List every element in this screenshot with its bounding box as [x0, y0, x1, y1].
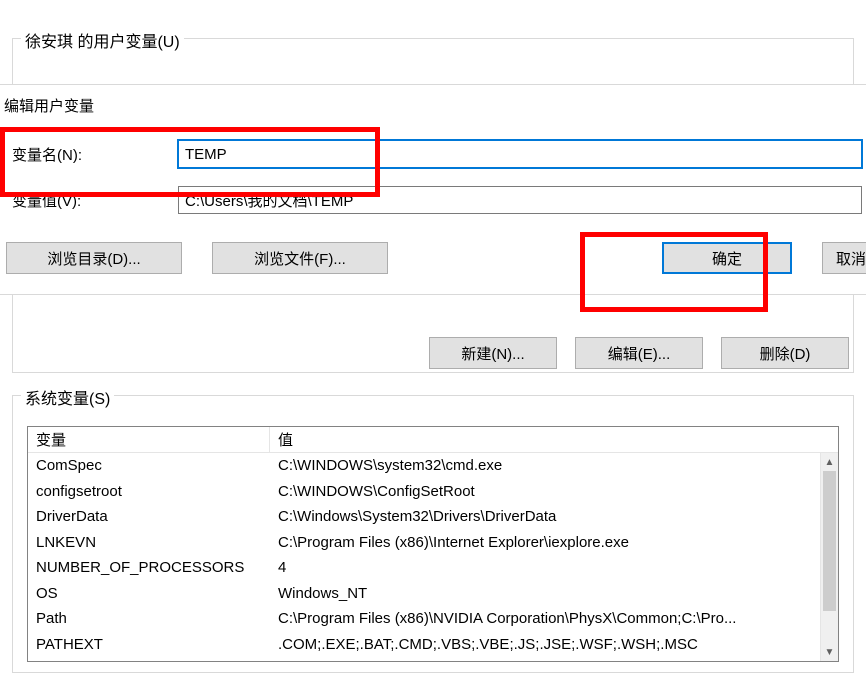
edit-user-var-dialog: 编辑用户变量 变量名(N): 变量值(V): 浏览目录(D)... 浏览文件(F…: [0, 84, 866, 295]
cell-name: configsetroot: [28, 483, 270, 500]
scroll-down-icon[interactable]: ▼: [821, 643, 838, 661]
cell-name: LNKEVN: [28, 534, 270, 551]
system-vars-table[interactable]: 变量 值 ComSpecC:\WINDOWS\system32\cmd.exec…: [27, 426, 839, 662]
cell-value: C:\Windows\System32\Drivers\DriverData: [270, 508, 820, 525]
var-name-row: 变量名(N):: [0, 140, 866, 168]
var-value-row: 变量值(V):: [0, 186, 866, 214]
cell-value: 4: [270, 559, 820, 576]
table-row[interactable]: ComSpecC:\WINDOWS\system32\cmd.exe: [28, 453, 820, 479]
cell-name: OS: [28, 585, 270, 602]
table-row[interactable]: PathC:\Program Files (x86)\NVIDIA Corpor…: [28, 606, 820, 632]
browse-dir-button[interactable]: 浏览目录(D)...: [6, 242, 182, 274]
var-name-input[interactable]: [178, 140, 862, 168]
scroll-thumb[interactable]: [823, 471, 836, 611]
system-vars-label: 系统变量(S): [21, 391, 114, 408]
delete-user-var-button[interactable]: 删除(D): [721, 337, 849, 369]
vertical-scrollbar[interactable]: ▲ ▼: [820, 453, 838, 661]
scroll-track[interactable]: [821, 471, 838, 643]
cell-name: Path: [28, 610, 270, 627]
header-col-value[interactable]: 值: [270, 427, 838, 452]
cell-value: C:\WINDOWS\ConfigSetRoot: [270, 483, 820, 500]
edit-user-var-button[interactable]: 编辑(E)...: [575, 337, 703, 369]
ok-button[interactable]: 确定: [662, 242, 792, 274]
var-value-input[interactable]: [178, 186, 862, 214]
var-value-label: 变量值(V):: [4, 190, 178, 211]
cell-value: .COM;.EXE;.BAT;.CMD;.VBS;.VBE;.JS;.JSE;.…: [270, 636, 820, 653]
new-user-var-button[interactable]: 新建(N)...: [429, 337, 557, 369]
dialog-button-row: 浏览目录(D)... 浏览文件(F)... 确定 取消: [0, 232, 866, 274]
user-vars-label: 徐安琪 的用户变量(U): [21, 34, 184, 51]
system-vars-groupbox: 系统变量(S) 变量 值 ComSpecC:\WINDOWS\system32\…: [12, 395, 854, 673]
cell-value: Windows_NT: [270, 585, 820, 602]
user-vars-button-row: 新建(N)... 编辑(E)... 删除(D): [13, 337, 849, 369]
cancel-button[interactable]: 取消: [822, 242, 866, 274]
table-header: 变量 值: [28, 427, 838, 453]
browse-file-button[interactable]: 浏览文件(F)...: [212, 242, 388, 274]
var-name-label: 变量名(N):: [4, 144, 178, 165]
table-row[interactable]: PATHEXT.COM;.EXE;.BAT;.CMD;.VBS;.VBE;.JS…: [28, 632, 820, 658]
table-row[interactable]: NUMBER_OF_PROCESSORS4: [28, 555, 820, 581]
scroll-up-icon[interactable]: ▲: [821, 453, 838, 471]
header-col-name[interactable]: 变量: [28, 427, 270, 452]
cell-name: PATHEXT: [28, 636, 270, 653]
cell-value: C:\Program Files (x86)\NVIDIA Corporatio…: [270, 610, 820, 627]
table-row[interactable]: LNKEVNC:\Program Files (x86)\Internet Ex…: [28, 530, 820, 556]
table-row[interactable]: OSWindows_NT: [28, 581, 820, 607]
table-row[interactable]: configsetrootC:\WINDOWS\ConfigSetRoot: [28, 479, 820, 505]
cell-name: ComSpec: [28, 457, 270, 474]
cell-name: DriverData: [28, 508, 270, 525]
table-row[interactable]: DriverDataC:\Windows\System32\Drivers\Dr…: [28, 504, 820, 530]
dialog-title: 编辑用户变量: [0, 95, 866, 140]
cell-value: C:\WINDOWS\system32\cmd.exe: [270, 457, 820, 474]
cell-value: C:\Program Files (x86)\Internet Explorer…: [270, 534, 820, 551]
cell-name: NUMBER_OF_PROCESSORS: [28, 559, 270, 576]
